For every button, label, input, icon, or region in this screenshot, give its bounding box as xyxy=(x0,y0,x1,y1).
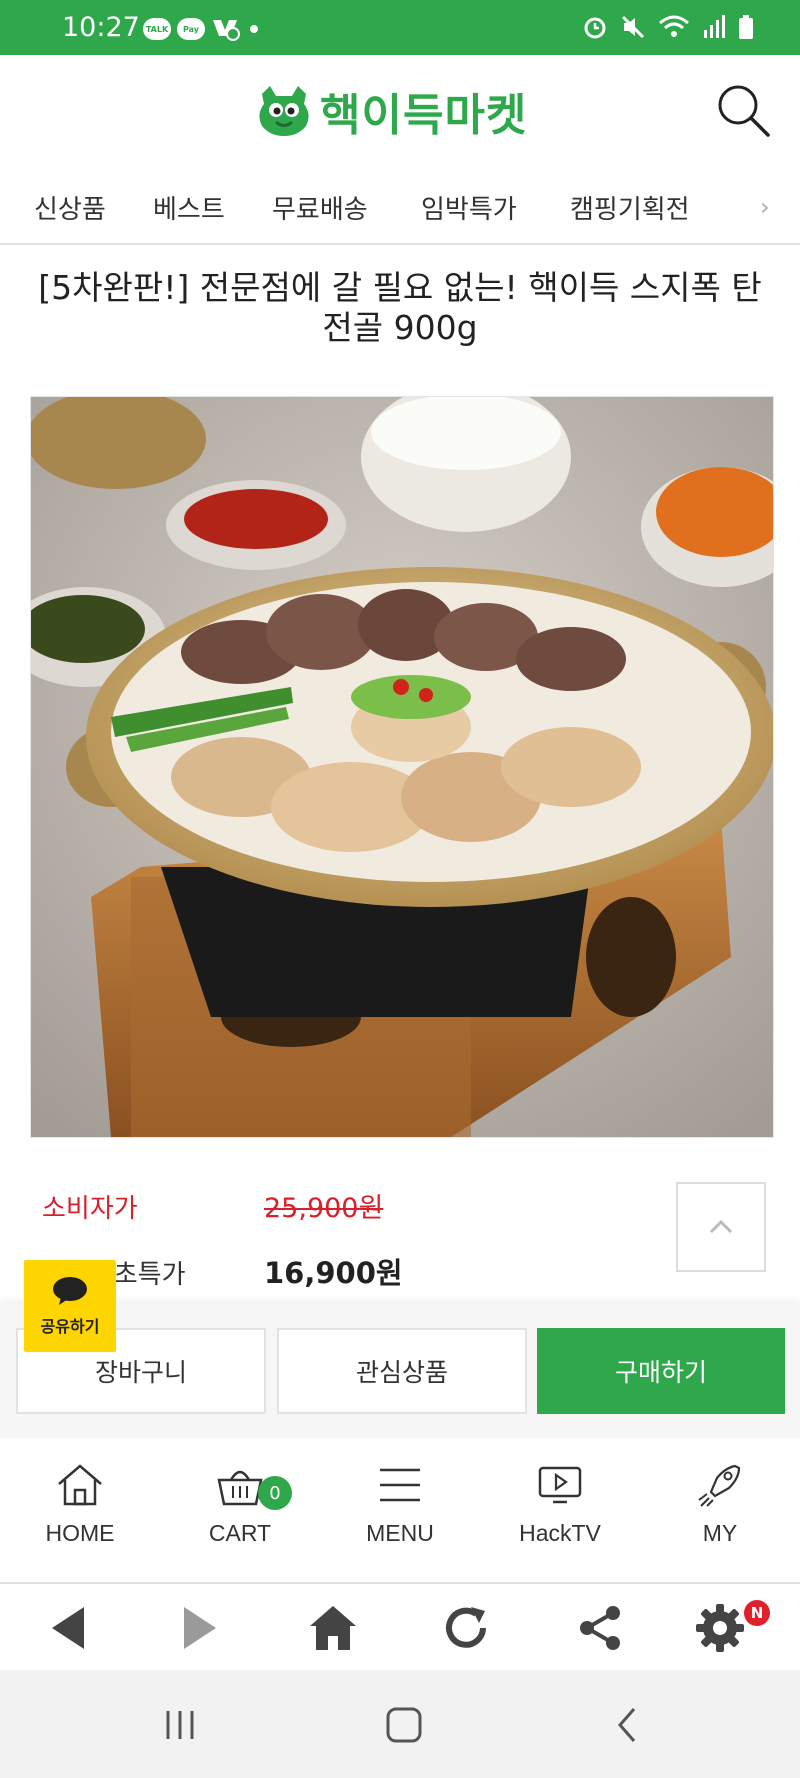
status-time: 10:27 xyxy=(62,12,140,43)
new-badge: N xyxy=(744,1600,770,1626)
tv-play-icon xyxy=(538,1466,582,1504)
bottom-nav-my[interactable]: MY xyxy=(665,1462,775,1547)
product-image xyxy=(30,396,774,1138)
forward-arrow-icon xyxy=(184,1607,216,1649)
sale-price: 16,900원 xyxy=(264,1256,403,1290)
menu-icon xyxy=(380,1468,420,1502)
bottom-nav-home[interactable]: HOME xyxy=(25,1462,135,1547)
settings-button[interactable] xyxy=(692,1600,748,1656)
refresh-button[interactable] xyxy=(438,1600,494,1656)
battery-icon xyxy=(739,15,753,39)
original-price-label: 소비자가 xyxy=(42,1194,138,1224)
notification-icon xyxy=(213,20,240,41)
mascot-icon xyxy=(259,86,309,136)
home-filled-icon xyxy=(310,1606,356,1650)
bottom-nav-hacktv[interactable]: HackTV xyxy=(505,1462,615,1547)
browser-toolbar: N xyxy=(0,1584,800,1670)
alarm-icon xyxy=(584,17,606,39)
back-button[interactable] xyxy=(40,1600,96,1656)
recent-apps-icon xyxy=(166,1711,194,1739)
site-logo[interactable]: 핵이득마켓 xyxy=(254,79,527,143)
nav-item-camping[interactable]: 캠핑기획전 xyxy=(570,189,690,226)
basket-icon xyxy=(217,1470,263,1506)
back-arrow-icon xyxy=(52,1607,84,1649)
category-nav: 신상품 베스트 무료배송 임박특가 캠핑기획전 › xyxy=(0,171,800,245)
chevron-up-icon xyxy=(709,1219,733,1234)
nav-item-best[interactable]: 베스트 xyxy=(153,189,225,226)
search-button[interactable] xyxy=(716,83,772,139)
site-header: 핵이득마켓 xyxy=(0,55,800,171)
share-label: 공유하기 xyxy=(40,1317,100,1336)
home-icon xyxy=(58,1464,102,1506)
nav-item-free-shipping[interactable]: 무료배송 xyxy=(272,189,368,226)
bottom-nav-home-label: HOME xyxy=(45,1520,115,1546)
wifi-icon xyxy=(659,15,689,37)
mute-icon xyxy=(621,15,645,39)
bottom-nav-menu[interactable]: MENU xyxy=(345,1462,455,1547)
wishlist-button[interactable]: 관심상품 xyxy=(277,1328,527,1414)
dot-icon xyxy=(250,25,258,33)
bottom-nav-menu-label: MENU xyxy=(366,1520,434,1546)
bottom-nav-cart-label: CART xyxy=(208,1520,272,1546)
nav-item-new[interactable]: 신상품 xyxy=(34,189,106,226)
share-page-button[interactable] xyxy=(572,1600,628,1656)
chat-bubble-icon xyxy=(53,1277,87,1305)
system-nav-bar xyxy=(0,1670,800,1778)
purchase-action-bar: 장바구니 관심상품 구매하기 xyxy=(0,1304,800,1438)
brand-name: 핵이득마켓 xyxy=(320,90,528,141)
chevron-right-icon[interactable]: › xyxy=(760,193,770,221)
system-back-button[interactable] xyxy=(598,1702,658,1748)
system-home-button[interactable] xyxy=(374,1702,434,1748)
cart-count-badge: 0 xyxy=(258,1476,292,1510)
gear-icon xyxy=(696,1604,744,1652)
original-price: 25,900원 xyxy=(264,1193,384,1224)
status-left-icons: TALK Pay xyxy=(143,16,261,42)
system-back-icon xyxy=(618,1708,636,1742)
refresh-icon xyxy=(446,1607,486,1648)
bottom-nav-my-label: MY xyxy=(702,1520,738,1546)
system-home-icon xyxy=(386,1707,422,1743)
product-title: [5차완판!] 전문점에 갈 필요 없는! 핵이득 스지폭 탄전골 900g xyxy=(38,268,762,347)
forward-button[interactable] xyxy=(172,1600,228,1656)
status-right-icons xyxy=(582,14,754,40)
search-icon xyxy=(718,85,770,137)
talk-icon: TALK xyxy=(143,18,171,40)
recent-apps-button[interactable] xyxy=(150,1702,210,1748)
bottom-nav: HOME CART 0 MENU HackTV MY xyxy=(0,1438,800,1584)
rocket-icon xyxy=(698,1464,741,1507)
share-icon xyxy=(580,1606,620,1650)
buy-button[interactable]: 구매하기 xyxy=(537,1328,785,1414)
nav-item-deadline-deal[interactable]: 임박특가 xyxy=(421,189,517,226)
browser-home-button[interactable] xyxy=(305,1600,361,1656)
scroll-to-top-button[interactable] xyxy=(676,1182,766,1272)
pay-icon: Pay xyxy=(177,18,205,40)
signal-icon xyxy=(704,15,725,38)
status-bar: 10:27 TALK Pay xyxy=(0,0,800,55)
share-button[interactable]: 공유하기 xyxy=(24,1260,116,1352)
bottom-nav-hacktv-label: HackTV xyxy=(519,1520,601,1546)
